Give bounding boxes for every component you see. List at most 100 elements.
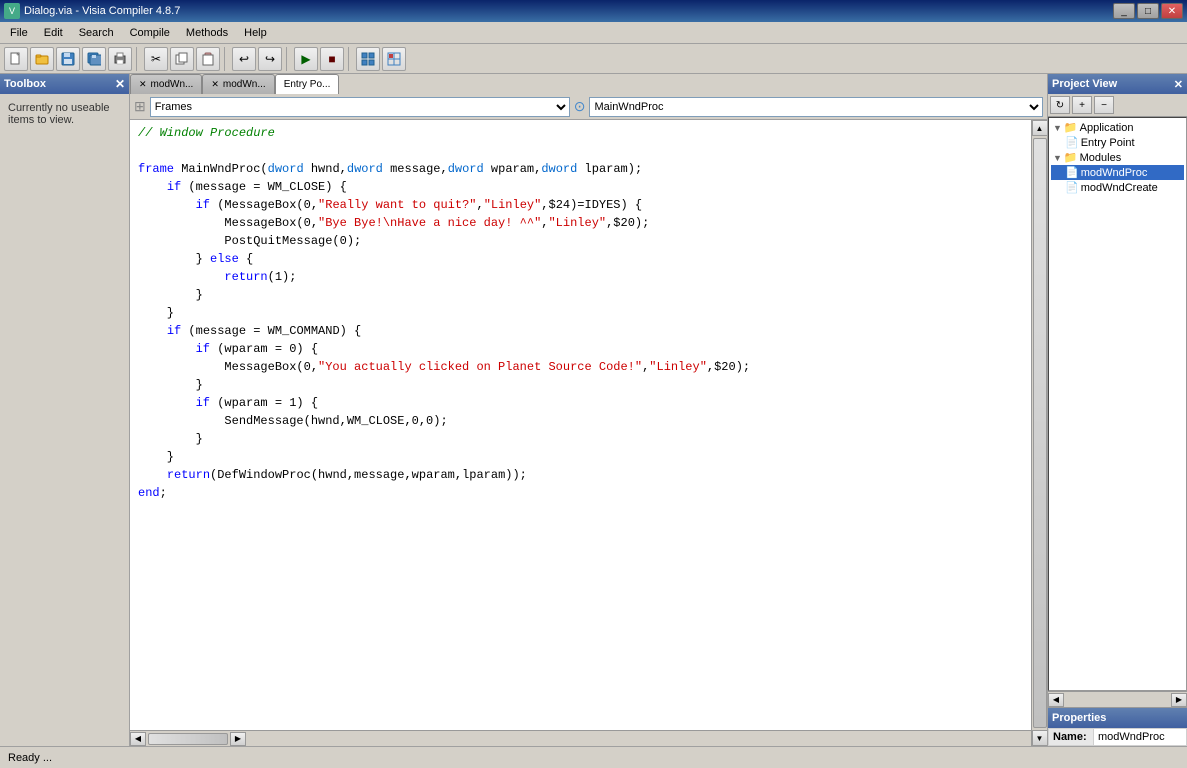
sep2	[224, 47, 228, 71]
vscroll-down-button[interactable]: ▼	[1032, 730, 1048, 746]
tree-file-icon-modwndcreate: 📄	[1065, 181, 1079, 194]
proc-select[interactable]: MainWndProc	[589, 97, 1043, 117]
tree-item-modwndproc[interactable]: 📄 modWndProc	[1051, 165, 1184, 180]
menu-edit[interactable]: Edit	[36, 25, 71, 41]
sep3	[286, 47, 290, 71]
props-name-label: Name:	[1049, 729, 1094, 746]
cut-button[interactable]: ✂	[144, 47, 168, 71]
project-view-close[interactable]: ✕	[1174, 78, 1183, 91]
undo-button[interactable]: ↩	[232, 47, 256, 71]
menu-compile[interactable]: Compile	[122, 25, 178, 41]
sep4	[348, 47, 352, 71]
hscroll-thumb[interactable]	[148, 733, 228, 745]
menu-search[interactable]: Search	[71, 25, 122, 41]
copy-button[interactable]	[170, 47, 194, 71]
vscroll-track: ▲ ▼	[1031, 120, 1047, 746]
toolbar: ✂ ↩ ↪ ▶ ■	[0, 44, 1187, 74]
tree-item-entrypoint[interactable]: 📄 Entry Point	[1051, 135, 1184, 150]
maximize-button[interactable]: □	[1137, 3, 1159, 19]
new-button[interactable]	[4, 47, 28, 71]
menu-bar: File Edit Search Compile Methods Help	[0, 22, 1187, 44]
editor-area: ✕ modWn... ✕ modWn... Entry Po... ⊞ Fram…	[130, 74, 1047, 746]
code-tab-close1[interactable]: ✕	[139, 79, 147, 90]
tree-hscroll-right[interactable]: ▶	[1171, 693, 1187, 707]
props-header: Properties	[1048, 708, 1187, 728]
code-tab-modwn1[interactable]: ✕ modWn...	[130, 74, 202, 94]
save-button[interactable]	[56, 47, 80, 71]
window-controls: _ □ ✕	[1113, 3, 1183, 19]
proc-icon: ⊙	[574, 98, 586, 115]
tree-item-application[interactable]: ▼ 📁 Application	[1051, 120, 1184, 135]
code-tab-close2[interactable]: ✕	[211, 79, 219, 90]
tree-item-modwndcreate[interactable]: 📄 modWndCreate	[1051, 180, 1184, 195]
close-button[interactable]: ✕	[1161, 3, 1183, 19]
save-all-button[interactable]	[82, 47, 106, 71]
paste-button[interactable]	[196, 47, 220, 71]
tree-folder-icon-app: 📁	[1064, 121, 1078, 134]
code-editor[interactable]: // Window Procedure frame MainWndProc(dw…	[130, 120, 1031, 730]
props-table: Name: modWndProc	[1048, 728, 1187, 746]
properties-panel: Properties Name: modWndProc	[1048, 707, 1187, 746]
tree-hscroll: ◀ ▶	[1048, 691, 1187, 707]
stop-button[interactable]: ■	[320, 47, 344, 71]
editor-hscroll: ◀ ▶	[130, 730, 1031, 746]
editor-main-row: // Window Procedure frame MainWndProc(dw…	[130, 120, 1047, 746]
frames-select[interactable]: Frames	[150, 97, 570, 117]
tree-folder-icon-modules: 📁	[1064, 151, 1078, 164]
print-button[interactable]	[108, 47, 132, 71]
tree-label-modwndproc: modWndProc	[1081, 167, 1148, 179]
toolbox-message: Currently no useable items to view.	[8, 102, 110, 126]
toolbox-close-button[interactable]: ✕	[115, 77, 125, 91]
redo-button[interactable]: ↪	[258, 47, 282, 71]
toolbox-title: Toolbox	[4, 78, 46, 90]
vscroll-thumb[interactable]	[1033, 138, 1047, 728]
code-content: // Window Procedure frame MainWndProc(dw…	[130, 120, 1031, 746]
window-title: Dialog.via - Visia Compiler 4.8.7	[24, 5, 1113, 17]
menu-help[interactable]: Help	[236, 25, 275, 41]
minimize-button[interactable]: _	[1113, 3, 1135, 19]
status-text: Ready ...	[8, 752, 52, 764]
frames-icon: ⊞	[134, 98, 146, 115]
tree-item-modules[interactable]: ▼ 📁 Modules	[1051, 150, 1184, 165]
proj-remove-button[interactable]: −	[1094, 96, 1114, 114]
proj-refresh-button[interactable]: ↻	[1050, 96, 1070, 114]
props-row-name: Name: modWndProc	[1049, 729, 1187, 746]
project-tree: ▼ 📁 Application 📄 Entry Point ▼ 📁 Module…	[1048, 117, 1187, 691]
menu-methods[interactable]: Methods	[178, 25, 236, 41]
tree-label-entrypoint: Entry Point	[1081, 137, 1135, 149]
run-button[interactable]: ▶	[294, 47, 318, 71]
toggle2-button[interactable]	[382, 47, 406, 71]
toolbox-content: Currently no useable items to view.	[0, 94, 129, 746]
code-tab-row: ✕ modWn... ✕ modWn... Entry Po...	[130, 74, 1047, 94]
tree-arrow-modules: ▼	[1053, 153, 1062, 163]
toolbox-panel: Toolbox ✕ Currently no useable items to …	[0, 74, 130, 746]
code-tab-entry[interactable]: Entry Po...	[275, 74, 340, 94]
tree-label-modwndcreate: modWndCreate	[1081, 182, 1158, 194]
project-view-header: Project View ✕	[1048, 74, 1187, 94]
main-layout: Toolbox ✕ Currently no useable items to …	[0, 74, 1187, 746]
project-toolbar: ↻ + −	[1048, 94, 1187, 117]
toolbox-header: Toolbox ✕	[0, 74, 129, 94]
open-button[interactable]	[30, 47, 54, 71]
props-title: Properties	[1052, 712, 1106, 724]
hscroll-right-button[interactable]: ▶	[230, 732, 246, 746]
menu-file[interactable]: File	[2, 25, 36, 41]
hscroll-left-button[interactable]: ◀	[130, 732, 146, 746]
tree-label-application: Application	[1080, 122, 1134, 134]
tree-file-icon-modwndproc: 📄	[1065, 166, 1079, 179]
project-view-title: Project View	[1052, 78, 1117, 90]
tree-hscroll-left[interactable]: ◀	[1048, 693, 1064, 707]
app-icon: V	[4, 3, 20, 19]
tree-arrow-app: ▼	[1053, 123, 1062, 133]
props-name-value[interactable]: modWndProc	[1094, 729, 1187, 746]
vscroll-up-button[interactable]: ▲	[1032, 120, 1048, 136]
right-panel: Project View ✕ ↻ + − ▼ 📁 Application 📄 E…	[1047, 74, 1187, 746]
editor-toolbar: ⊞ Frames ⊙ MainWndProc	[130, 94, 1047, 120]
status-bar: Ready ...	[0, 746, 1187, 768]
title-bar: V Dialog.via - Visia Compiler 4.8.7 _ □ …	[0, 0, 1187, 22]
tree-file-icon-entry: 📄	[1065, 136, 1079, 149]
code-tab-modwn2[interactable]: ✕ modWn...	[202, 74, 274, 94]
proj-add-button[interactable]: +	[1072, 96, 1092, 114]
toggle1-button[interactable]	[356, 47, 380, 71]
tree-label-modules: Modules	[1080, 152, 1122, 164]
